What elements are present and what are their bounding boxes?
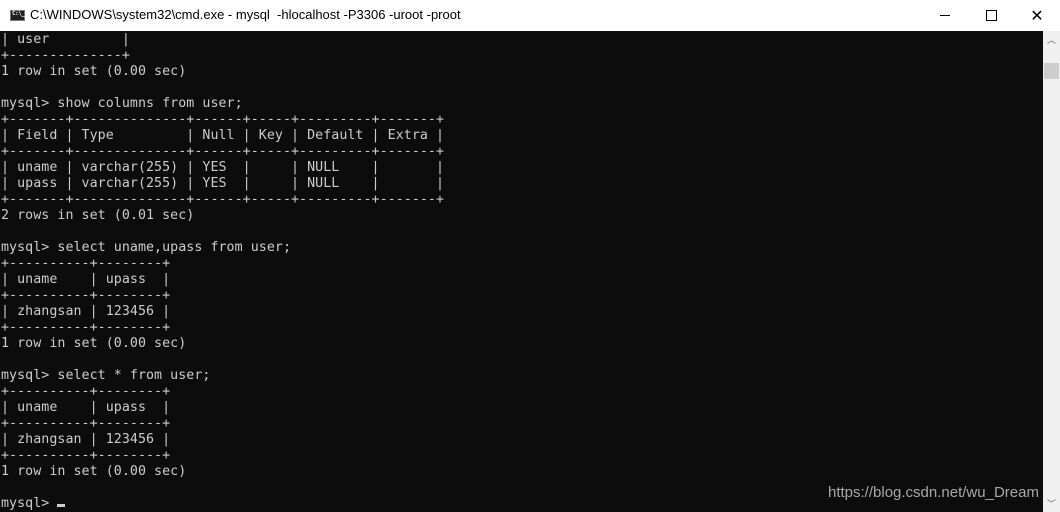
watermark: https://blog.csdn.net/wu_Dream (828, 484, 1039, 501)
window-title: C:\WINDOWS\system32\cmd.exe - mysql -hlo… (30, 7, 461, 22)
title-bar[interactable]: C:\WINDOWS\system32\cmd.exe - mysql -hlo… (0, 0, 1060, 32)
maximize-icon (985, 10, 997, 21)
text-cursor (57, 504, 66, 507)
chevron-down-icon: ﹀ (1046, 499, 1056, 509)
console-line: | zhangsan | 123456 | (1, 432, 171, 447)
vertical-scrollbar[interactable]: ︿ ﹀ (1043, 31, 1060, 512)
console-line: | user | (1, 32, 130, 47)
console-line: 1 row in set (0.00 sec) (1, 464, 187, 479)
chevron-up-icon: ︿ (1046, 35, 1056, 45)
console-line: 1 row in set (0.00 sec) (1, 336, 187, 351)
console-line: mysql> show columns from user; (1, 96, 243, 111)
console-line: +----------+--------+ (1, 256, 171, 271)
console-line: +--------------+ (1, 48, 130, 63)
minimize-button[interactable] (922, 0, 968, 31)
console-line: | uname | upass | (1, 272, 171, 287)
console-line: | Field | Type | Null | Key | Default | … (1, 128, 445, 143)
console-line: +----------+--------+ (1, 288, 171, 303)
console-lines: | user | +--------------+ 1 row in set (0.… (1, 32, 444, 512)
console-line: | zhangsan | 123456 | (1, 304, 171, 319)
minimize-icon (940, 15, 950, 16)
console-line: mysql> select * from user; (1, 368, 211, 383)
console-line: 1 row in set (0.00 sec) (1, 64, 187, 79)
scrollbar-thumb[interactable] (1044, 63, 1059, 79)
console-line: mysql> select uname,upass from user; (1, 240, 291, 255)
console-line: | upass | varchar(255) | YES | | NULL | … (1, 176, 445, 191)
console-line: | uname | varchar(255) | YES | | NULL | … (1, 160, 445, 175)
close-button[interactable]: ✕ (1014, 0, 1060, 31)
console-output[interactable]: | user | +--------------+ 1 row in set (0.… (0, 31, 1043, 512)
console-line: +----------+--------+ (1, 320, 171, 335)
scroll-down-button[interactable]: ﹀ (1043, 495, 1060, 512)
console-line: +-------+--------------+------+-----+---… (1, 192, 445, 207)
cmd-icon (10, 10, 25, 21)
console-line: +-------+--------------+------+-----+---… (1, 112, 445, 127)
console-line: +----------+--------+ (1, 416, 171, 431)
scroll-up-button[interactable]: ︿ (1043, 31, 1060, 48)
console-line: +-------+--------------+------+-----+---… (1, 144, 445, 159)
maximize-button[interactable] (968, 0, 1014, 31)
close-icon: ✕ (1030, 6, 1044, 25)
console-line: +----------+--------+ (1, 448, 171, 463)
console-line: 2 rows in set (0.01 sec) (1, 208, 195, 223)
console-line: +----------+--------+ (1, 384, 171, 399)
console-line: | uname | upass | (1, 400, 171, 415)
console-prompt: mysql> (1, 496, 444, 512)
